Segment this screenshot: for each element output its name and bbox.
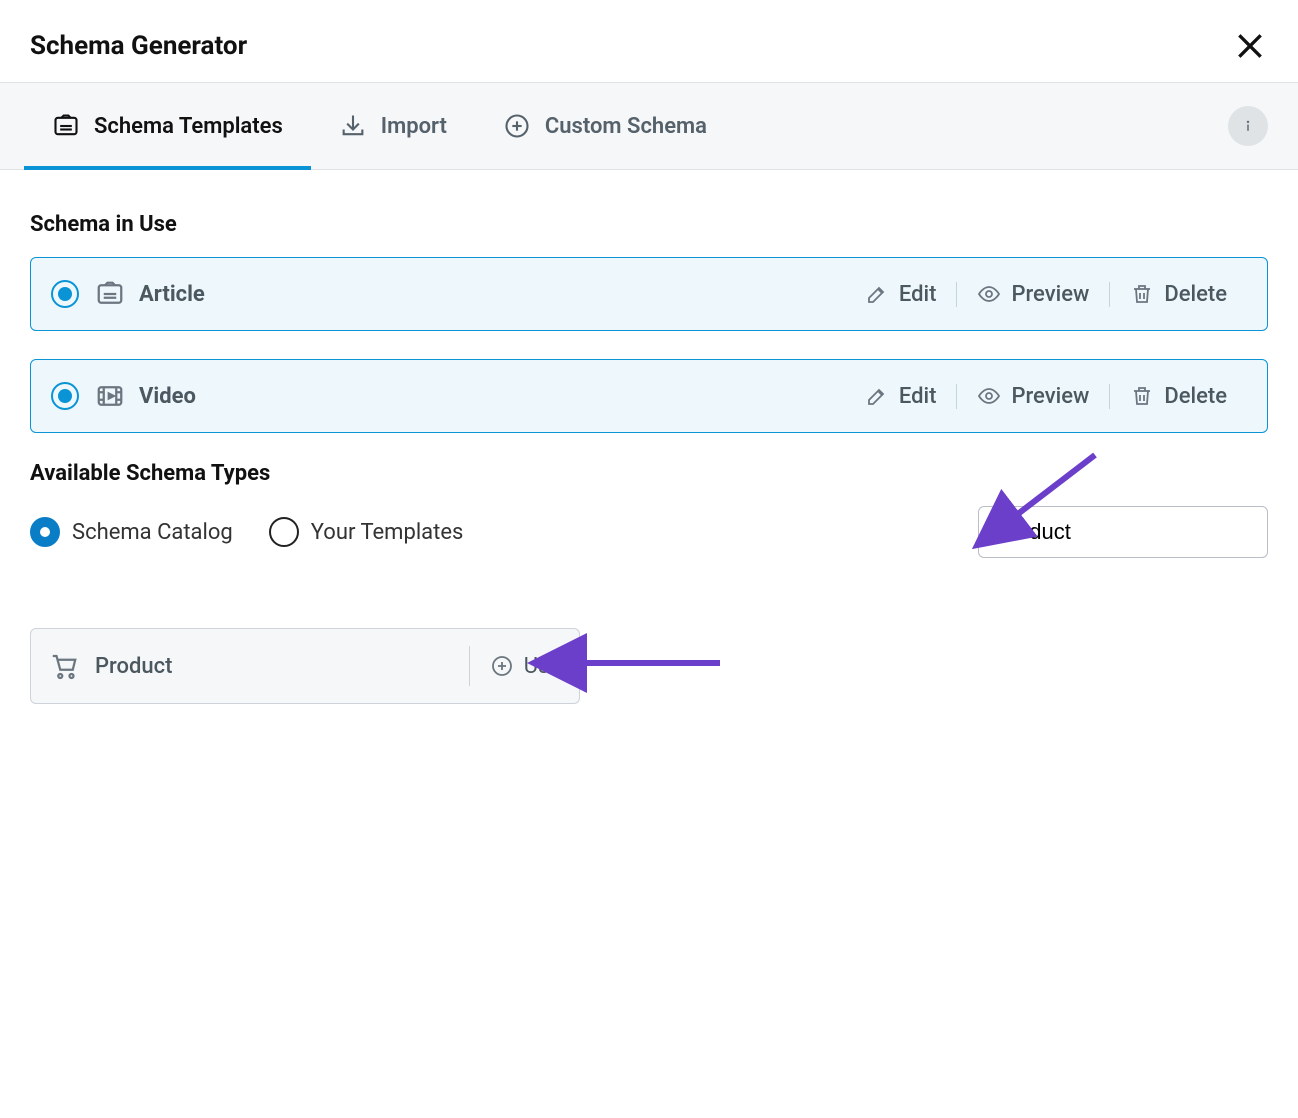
radio-schema-catalog[interactable]: Schema Catalog: [30, 517, 233, 547]
radio-your-templates[interactable]: Your Templates: [269, 517, 464, 547]
article-icon: [95, 279, 125, 309]
import-icon: [339, 112, 367, 140]
preview-button[interactable]: Preview: [956, 282, 1109, 307]
action-label: Preview: [1011, 384, 1089, 409]
tab-custom-schema[interactable]: Custom Schema: [475, 83, 735, 169]
tab-import[interactable]: Import: [311, 83, 475, 169]
trash-icon: [1130, 282, 1154, 306]
tab-label: Import: [381, 114, 447, 139]
edit-button[interactable]: Edit: [845, 384, 957, 409]
tab-bar: Schema Templates Import Custom Schema: [0, 82, 1298, 170]
info-button[interactable]: [1228, 106, 1268, 146]
action-label: Delete: [1164, 282, 1227, 307]
schema-row-video[interactable]: Video Edit Preview Delete: [30, 359, 1268, 433]
section-heading-in-use: Schema in Use: [30, 212, 1268, 237]
result-name-label: Product: [95, 654, 172, 679]
delete-button[interactable]: Delete: [1109, 384, 1247, 409]
action-label: Edit: [899, 384, 937, 409]
radio-selected-icon: [51, 382, 79, 410]
template-icon: [52, 112, 80, 140]
edit-icon: [865, 282, 889, 306]
search-field[interactable]: [978, 506, 1268, 558]
video-icon: [95, 381, 125, 411]
info-icon: [1238, 116, 1258, 136]
schema-name-label: Article: [139, 282, 205, 307]
close-button[interactable]: [1232, 28, 1268, 64]
action-label: Edit: [899, 282, 937, 307]
schema-name-label: Video: [139, 384, 196, 409]
tab-label: Schema Templates: [94, 114, 283, 139]
plus-circle-icon: [490, 654, 514, 678]
plus-circle-icon: [503, 112, 531, 140]
use-label: Use: [524, 654, 561, 679]
delete-button[interactable]: Delete: [1109, 282, 1247, 307]
eye-icon: [977, 384, 1001, 408]
eye-icon: [977, 282, 1001, 306]
radio-selected-icon: [51, 280, 79, 308]
tab-schema-templates[interactable]: Schema Templates: [24, 83, 311, 169]
radio-label: Schema Catalog: [72, 520, 233, 545]
annotation-arrow-icon: [560, 648, 730, 682]
radio-selected-icon: [30, 517, 60, 547]
section-heading-available: Available Schema Types: [30, 461, 1268, 486]
schema-row-article[interactable]: Article Edit Preview Delete: [30, 257, 1268, 331]
filter-radio-group: Schema Catalog Your Templates: [30, 517, 463, 547]
close-icon: [1234, 30, 1266, 62]
radio-unselected-icon: [269, 517, 299, 547]
edit-button[interactable]: Edit: [845, 282, 957, 307]
search-input[interactable]: [993, 518, 1253, 546]
cart-icon: [49, 651, 79, 681]
radio-label: Your Templates: [311, 520, 464, 545]
use-button[interactable]: Use: [469, 646, 561, 686]
tab-label: Custom Schema: [545, 114, 707, 139]
preview-button[interactable]: Preview: [956, 384, 1109, 409]
page-title: Schema Generator: [30, 31, 247, 61]
schema-result-product: Product Use: [30, 628, 580, 704]
trash-icon: [1130, 384, 1154, 408]
action-label: Delete: [1164, 384, 1227, 409]
edit-icon: [865, 384, 889, 408]
action-label: Preview: [1011, 282, 1089, 307]
